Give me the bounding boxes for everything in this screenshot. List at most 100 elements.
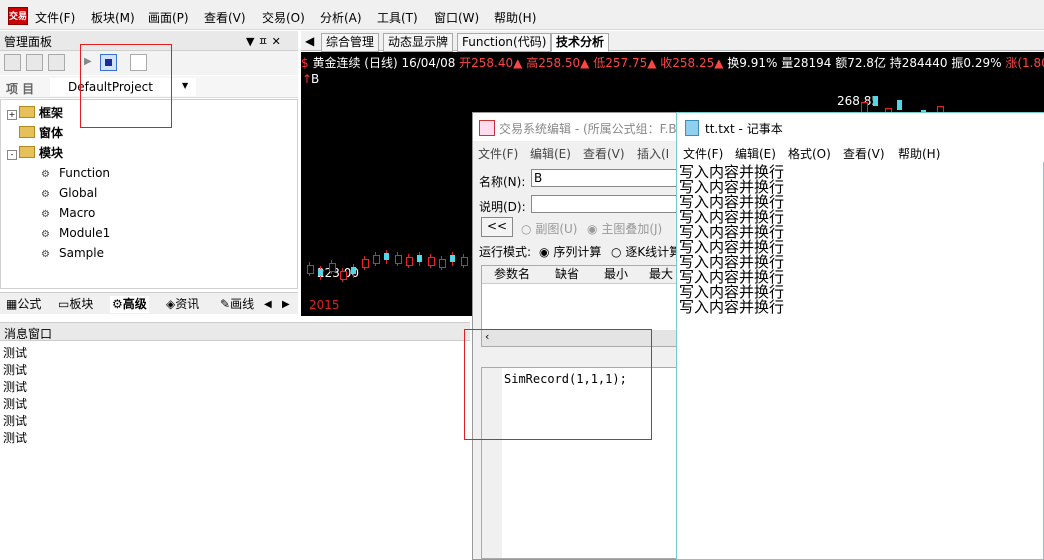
candle: [417, 255, 422, 262]
editor-menu-edit[interactable]: 编辑(E): [530, 145, 571, 162]
notepad-menu-format[interactable]: 格式(O): [788, 145, 831, 162]
module-icon: ⚙: [41, 169, 50, 180]
menu-trade[interactable]: 交易(O): [262, 9, 305, 26]
folder-icon: ▭: [58, 297, 70, 311]
tabs-scroll-icon[interactable]: ◀: [303, 33, 316, 50]
radio-per-bar[interactable]: ○ 逐K线计算: [611, 243, 681, 260]
name-input[interactable]: B: [531, 169, 681, 187]
menu-analysis[interactable]: 分析(A): [320, 9, 362, 26]
notepad-menubar: 文件(F) 编辑(E) 格式(O) 查看(V) 帮助(H): [677, 142, 1044, 162]
candle: [318, 269, 323, 276]
menu-file[interactable]: 文件(F): [35, 9, 75, 26]
message-line: 测试: [3, 397, 28, 411]
candle: [329, 263, 336, 272]
tab-scroll-left-icon[interactable]: ◀: [264, 296, 272, 313]
candle: [395, 255, 402, 264]
radio-main-overlay[interactable]: ◉ 主图叠加(J): [587, 220, 662, 237]
menu-view[interactable]: 查看(V): [204, 9, 246, 26]
notepad-menu-help[interactable]: 帮助(H): [898, 145, 940, 162]
admin-panel-tabs: ▦公式 ▭板块 ⚙高级 ◈资讯 ✎画线 ◀ ▶: [0, 292, 298, 314]
grid-header-default[interactable]: 缺省: [542, 266, 593, 284]
editor-titlebar: 交易系统编辑 - (所属公式组：F.BI: [473, 113, 683, 141]
menu-tools[interactable]: 工具(T): [377, 9, 418, 26]
notepad-text-area[interactable]: 写入内容并换行 写入内容并换行 写入内容并换行 写入内容并换行 写入内容并换行 …: [679, 163, 1043, 559]
expand-icon[interactable]: +: [7, 110, 17, 120]
radio-off-icon: ○: [611, 245, 622, 259]
candle: [384, 253, 389, 260]
chart-quote-header: $ 黄金连续 (日线) 16/04/08 开258.40▲ 高258.50▲ 低…: [301, 54, 1044, 72]
menu-help[interactable]: 帮助(H): [494, 9, 536, 26]
description-input[interactable]: [531, 195, 681, 213]
notepad-titlebar: tt.txt - 记事本: [677, 113, 1044, 142]
tab-dynamic-board[interactable]: 动态显示牌: [383, 33, 454, 52]
tab-technical-analysis[interactable]: 技术分析: [551, 33, 610, 52]
tab-scroll-right-icon[interactable]: ▶: [282, 296, 290, 313]
radio-subchart[interactable]: ○ 副图(U): [521, 220, 577, 237]
tree-item-function[interactable]: ⚙ Function: [41, 164, 110, 182]
candle: [428, 257, 435, 266]
tab-formula[interactable]: ▦公式: [6, 296, 41, 313]
quote-part-3: 换9.91% 量28194 额72.8亿 持284440 振0.29%: [727, 56, 1006, 70]
chevron-down-icon: ▼: [182, 81, 189, 90]
tree-item-sample[interactable]: ⚙ Sample: [41, 244, 104, 262]
menu-screen[interactable]: 画面(P): [148, 9, 189, 26]
highlight-box-code: [464, 329, 652, 440]
name-input-value: B: [534, 171, 543, 185]
highlight-box-toolbar: [80, 44, 172, 128]
project-label: 项 目: [6, 82, 35, 96]
editor-menu-view[interactable]: 查看(V): [583, 145, 625, 162]
tab-overview[interactable]: 综合管理: [321, 33, 380, 52]
quote-part-4: 涨(1.80)0.70%: [1005, 56, 1044, 70]
formula-icon: ▦: [6, 297, 18, 311]
tab-sector[interactable]: ▭板块: [58, 296, 93, 313]
tree-node-module[interactable]: - 模块: [7, 144, 63, 162]
tree-item-global[interactable]: ⚙ Global: [41, 184, 97, 202]
notepad-menu-edit[interactable]: 编辑(E): [735, 145, 776, 162]
notepad-menu-view[interactable]: 查看(V): [843, 145, 885, 162]
candle: [340, 271, 347, 280]
pen-icon: ✎: [220, 297, 231, 311]
advanced-icon: ⚙: [112, 297, 123, 311]
folder-icon: [19, 126, 35, 138]
tree-node-frame[interactable]: + 框架: [7, 104, 63, 122]
candle: [461, 257, 468, 266]
panel-pin-close-icon[interactable]: ▼ ㅍ ✕: [246, 33, 281, 49]
tab-drawing[interactable]: ✎画线: [220, 296, 254, 313]
radio-sequential[interactable]: ◉ 序列计算: [539, 243, 601, 260]
folder-open-icon: [19, 146, 35, 158]
tree-item-module1[interactable]: ⚙ Module1: [41, 224, 110, 242]
module-icon: ⚙: [41, 209, 50, 220]
message-window-body: 测试 测试 测试 测试 测试 测试: [0, 342, 470, 560]
radio-on-icon: ◉: [539, 245, 550, 259]
menu-window[interactable]: 窗口(W): [434, 9, 479, 26]
news-icon: ◈: [166, 297, 176, 311]
message-line: 测试: [3, 414, 28, 428]
candle: [373, 255, 380, 264]
tb-list-icon[interactable]: [26, 54, 43, 71]
menu-sector[interactable]: 板块(M): [91, 9, 135, 26]
tree-node-form[interactable]: 窗体: [19, 124, 63, 142]
editor-menu-file[interactable]: 文件(F): [478, 145, 518, 162]
tab-advanced[interactable]: ⚙高级: [110, 296, 149, 313]
quote-part-2: 开258.40▲ 高258.50▲ 低257.75▲ 收258.25▲: [459, 56, 728, 70]
grid-header-min[interactable]: 最小: [592, 266, 641, 284]
editor-menu-insert[interactable]: 插入(I: [637, 145, 669, 162]
module-icon: ⚙: [41, 249, 50, 260]
tb-print-icon[interactable]: [48, 54, 65, 71]
folder-icon: [19, 106, 35, 118]
grid-header-param-name[interactable]: 参数名: [482, 266, 543, 284]
message-line: 测试: [3, 380, 28, 394]
collapse-button[interactable]: <<: [481, 217, 513, 237]
module-icon: ⚙: [41, 229, 50, 240]
tab-news[interactable]: ◈资讯: [166, 296, 199, 313]
editor-app-icon: [479, 120, 495, 136]
collapse-icon[interactable]: -: [7, 150, 17, 160]
chart-year-label: 2015: [309, 298, 340, 312]
indicator-label: B: [311, 72, 320, 86]
tab-function-code[interactable]: Function(代码): [457, 33, 552, 52]
run-mode-label: 运行模式:: [479, 245, 532, 259]
admin-panel-title: 管理面板: [4, 35, 53, 49]
notepad-menu-file[interactable]: 文件(F): [683, 145, 723, 162]
tree-item-macro[interactable]: ⚙ Macro: [41, 204, 95, 222]
tb-grid-icon[interactable]: [4, 54, 21, 71]
